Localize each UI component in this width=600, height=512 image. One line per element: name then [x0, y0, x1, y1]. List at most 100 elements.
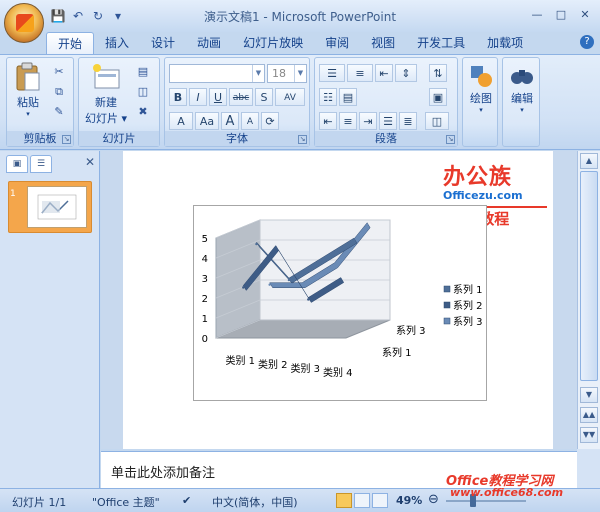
bullets-icon[interactable]: ☰ [319, 64, 345, 82]
close-icon[interactable]: ✕ [85, 155, 95, 169]
paste-icon [13, 62, 43, 92]
zoom-level[interactable]: 49% [396, 494, 422, 507]
font-size-combo[interactable]: 18 ▼ [267, 64, 307, 83]
outline-tab-icon[interactable]: ☰ [30, 155, 52, 173]
window-controls: — □ ✕ [526, 6, 596, 24]
copy-icon[interactable]: ⧉ [51, 84, 67, 100]
language[interactable]: 中文(简体，中国) [212, 494, 298, 510]
help-icon[interactable]: ? [580, 35, 594, 49]
zoom-out-icon[interactable]: ⊖ [428, 492, 439, 507]
group-paragraph: ☰ ≡ ⇤ ⇕ ⇅ ☷ ▤ ▣ ⇤ ≡ ⇥ ☰ ≣ ◫ 段落 ↘ [314, 57, 458, 147]
x-tick-label: 类别 3 [290, 362, 320, 375]
clear-format-icon[interactable]: ⟳ [261, 112, 279, 130]
paste-button[interactable]: 粘贴 ▾ [11, 62, 45, 118]
spell-check-icon[interactable]: ✔ [182, 494, 191, 507]
align-right-icon[interactable]: ⇥ [359, 112, 377, 130]
slideshow-icon[interactable] [372, 493, 388, 508]
slide-sorter-icon[interactable] [354, 493, 370, 508]
minimize-icon[interactable]: — [526, 6, 548, 24]
slides-group-label: 幻灯片 [79, 131, 159, 146]
chart-point [333, 263, 336, 266]
chart-point [255, 242, 258, 246]
prev-slide-icon[interactable]: ▲▲ [580, 407, 598, 423]
layout-icon[interactable]: ▤ [135, 64, 151, 80]
chart-point [268, 283, 271, 286]
theme-name: "Office 主题" [92, 496, 160, 509]
tab-addins[interactable]: 加载项 [476, 32, 534, 54]
chart[interactable]: 0 1 2 3 4 5 类别 1 类别 2 类别 3 类别 4 系列 3 系列 1 系列 1 系列 2 系列… [193, 205, 487, 401]
window-title: 演示文稿1 - Microsoft PowerPoint [203, 10, 397, 24]
watermark-site-url: www.office68.com [450, 486, 564, 499]
x-tick-label: 类别 1 [225, 354, 255, 367]
align-text-icon[interactable]: ▤ [339, 88, 357, 106]
tab-view[interactable]: 视图 [360, 32, 406, 54]
align-left-icon[interactable]: ⇤ [319, 112, 337, 130]
office-button[interactable] [4, 3, 44, 43]
reset-icon[interactable]: ◫ [135, 84, 151, 100]
font-size-value: 18 [272, 67, 286, 80]
shadow-button[interactable]: S [255, 88, 273, 106]
numbering-icon[interactable]: ≡ [347, 64, 373, 82]
underline-button[interactable]: U [209, 88, 227, 106]
font-name-combo[interactable]: ▼ [169, 64, 265, 83]
tab-review[interactable]: 审阅 [314, 32, 360, 54]
ribbon-tabs: 开始 插入 设计 动画 幻灯片放映 审阅 视图 开发工具 加载项 [46, 32, 534, 54]
scroll-down-icon[interactable]: ▼ [580, 387, 598, 403]
normal-view-icon[interactable] [336, 493, 352, 508]
slides-tab-icon[interactable]: ▣ [6, 155, 28, 173]
justify-icon[interactable]: ☰ [379, 112, 397, 130]
chart-svg: 0 1 2 3 4 5 类别 1 类别 2 类别 3 类别 4 系列 3 系列 1 系列 1 系列 2 系列… [202, 219, 483, 379]
bold-button[interactable]: B [169, 88, 187, 106]
distributed-icon[interactable]: ≣ [399, 112, 417, 130]
shrink-font-button[interactable]: A [241, 112, 259, 130]
italic-button[interactable]: I [189, 88, 207, 106]
delete-slide-icon[interactable]: ✖ [135, 104, 151, 120]
column-layout-icon[interactable]: ◫ [425, 112, 449, 130]
char-spacing-button[interactable]: AV [275, 88, 305, 106]
panel-tabs: ▣ ☰ [4, 155, 96, 175]
maximize-icon[interactable]: □ [550, 6, 572, 24]
drawing-button[interactable]: 绘图 ▾ [465, 64, 497, 114]
align-center-icon[interactable]: ≡ [339, 112, 357, 130]
depth-tick-label: 系列 3 [396, 324, 426, 337]
tab-animations[interactable]: 动画 [186, 32, 232, 54]
slide-thumbnail[interactable] [8, 181, 92, 233]
tab-developer[interactable]: 开发工具 [406, 32, 476, 54]
tab-insert[interactable]: 插入 [94, 32, 140, 54]
new-slide-button[interactable]: 新建 幻灯片 ▾ [83, 62, 129, 126]
strikethrough-button[interactable]: abc [229, 88, 253, 106]
line-spacing-icon[interactable]: ⇕ [395, 64, 417, 82]
cut-icon[interactable]: ✂ [51, 64, 67, 80]
text-direction-icon[interactable]: ⇅ [429, 64, 447, 82]
chart-point [300, 283, 304, 286]
scroll-thumb[interactable] [580, 171, 598, 381]
smartart-icon[interactable]: ▣ [429, 88, 447, 106]
slide-canvas[interactable]: 办公族 Officezu.com PPT教程 012345类别 1类别 2类别 … [123, 151, 553, 449]
y-tick-label: 1 [202, 314, 208, 325]
slide-thumbnail-image [27, 186, 87, 228]
clipboard-launcher-icon[interactable]: ↘ [62, 135, 71, 144]
decrease-indent-icon[interactable]: ⇤ [375, 64, 393, 82]
change-case-button[interactable]: Aa [195, 112, 219, 130]
chevron-down-icon: ▼ [294, 65, 306, 82]
columns-icon[interactable]: ☷ [319, 88, 337, 106]
y-tick-label: 4 [202, 254, 208, 265]
watermark-url: Officezu.com [443, 189, 523, 202]
font-color-button[interactable]: A [169, 112, 193, 130]
chart-point [274, 246, 277, 249]
vertical-scrollbar[interactable]: ▲ ▼ ▲▲ ▼▼ [577, 151, 600, 449]
tab-design[interactable]: 设计 [140, 32, 186, 54]
y-tick-label: 2 [202, 294, 208, 305]
tab-home[interactable]: 开始 [46, 32, 95, 54]
close-icon[interactable]: ✕ [574, 6, 596, 24]
format-painter-icon[interactable]: ✎ [51, 104, 67, 120]
scroll-up-icon[interactable]: ▲ [580, 153, 598, 169]
next-slide-icon[interactable]: ▼▼ [580, 427, 598, 443]
editing-button[interactable]: 编辑 ▾ [505, 64, 539, 114]
y-tick-label: 5 [202, 234, 208, 245]
grow-font-button[interactable]: A [221, 112, 239, 130]
paragraph-launcher-icon[interactable]: ↘ [446, 135, 455, 144]
font-launcher-icon[interactable]: ↘ [298, 135, 307, 144]
watermark-brand-text: 办公族 [443, 165, 513, 190]
tab-slideshow[interactable]: 幻灯片放映 [232, 32, 314, 54]
